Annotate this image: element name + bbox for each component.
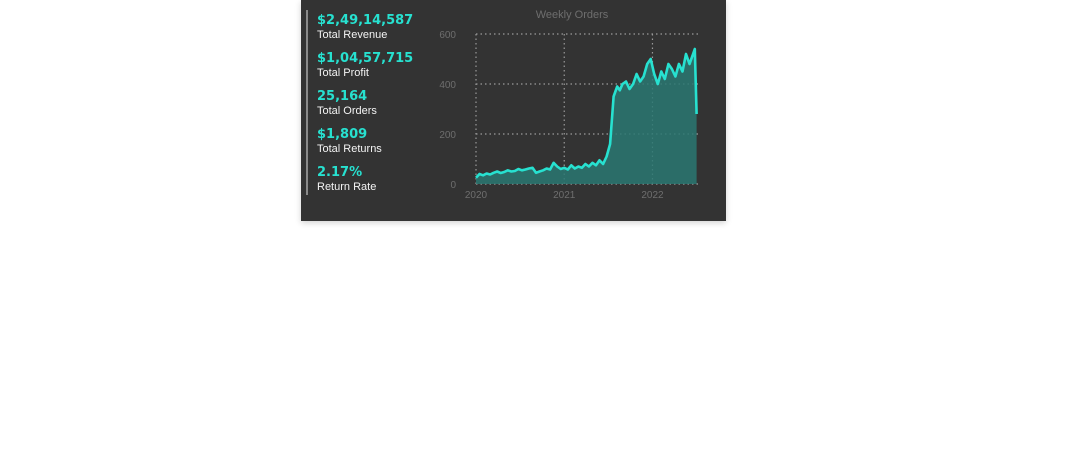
- kpi-divider-bar: [306, 10, 308, 195]
- x-tick-label: 2022: [641, 190, 664, 201]
- dashboard-panel: $2,49,14,587 Total Revenue $1,04,57,715 …: [301, 0, 726, 221]
- kpi-value: $1,04,57,715: [317, 51, 414, 66]
- kpi-value: 25,164: [317, 89, 368, 104]
- kpi-label: Total Profit: [317, 67, 369, 79]
- kpi-total-profit[interactable]: $1,04,57,715 Total Profit: [317, 51, 413, 80]
- kpi-total-returns[interactable]: $1,809 Total Returns: [317, 127, 382, 156]
- kpi-value: $1,809: [317, 127, 368, 142]
- kpi-value: 2.17%: [317, 165, 363, 180]
- weekly-orders-svg: Weekly Orders 0 200 400 600 2020 2021 2022: [439, 9, 701, 201]
- chart-title: Weekly Orders: [536, 9, 609, 21]
- x-tick-label: 2021: [553, 190, 576, 201]
- kpi-total-orders[interactable]: 25,164 Total Orders: [317, 89, 377, 118]
- x-tick-label: 2020: [465, 190, 488, 201]
- weekly-orders-chart[interactable]: Weekly Orders 0 200 400 600 2020 2021 2022: [431, 0, 726, 221]
- kpi-label: Total Orders: [317, 105, 377, 117]
- kpi-label: Return Rate: [317, 181, 377, 193]
- y-tick-label: 400: [439, 80, 456, 91]
- kpi-return-rate[interactable]: 2.17% Return Rate: [317, 165, 376, 194]
- kpi-label: Total Revenue: [317, 29, 388, 41]
- y-tick-label: 600: [439, 30, 456, 41]
- kpi-value: $2,49,14,587: [317, 13, 414, 28]
- kpi-label: Total Returns: [317, 143, 382, 155]
- y-tick-label: 0: [450, 180, 456, 191]
- y-tick-label: 200: [439, 130, 456, 141]
- kpi-total-revenue[interactable]: $2,49,14,587 Total Revenue: [317, 13, 413, 42]
